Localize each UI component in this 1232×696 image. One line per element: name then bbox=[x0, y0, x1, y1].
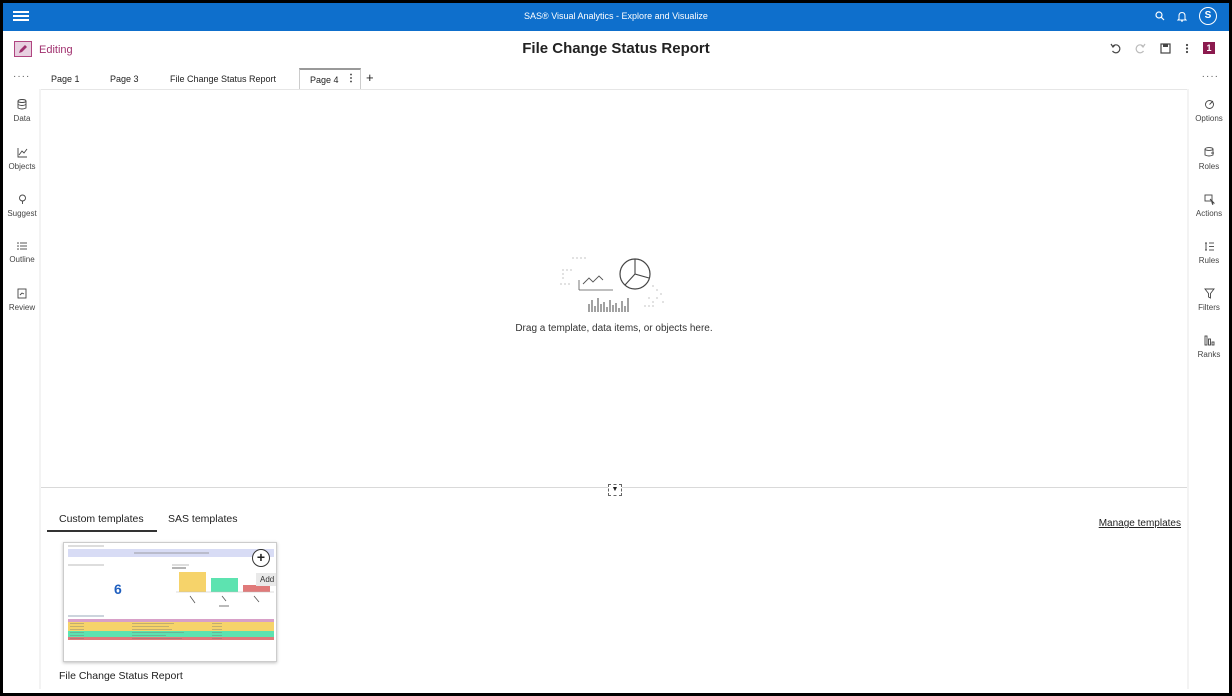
page-count-badge[interactable]: 1 bbox=[1203, 42, 1215, 54]
add-tooltip: Add bbox=[256, 573, 276, 586]
search-icon[interactable] bbox=[1155, 11, 1165, 21]
right-sidebar: Options Roles Actions Rules Filters Rank… bbox=[1189, 89, 1229, 693]
database-icon bbox=[17, 99, 27, 110]
lightbulb-icon bbox=[18, 194, 26, 204]
bell-icon[interactable] bbox=[1177, 11, 1187, 22]
sidebar-item-ranks[interactable]: Ranks bbox=[1189, 335, 1229, 359]
page-tabs: ···· Page 1 Page 3 File Change Status Re… bbox=[3, 67, 1229, 89]
collapse-panel-button[interactable]: ▼ bbox=[608, 484, 622, 496]
sidebar-item-filters[interactable]: Filters bbox=[1189, 288, 1229, 312]
tab-page-4[interactable]: Page 4 ⋮ bbox=[299, 68, 361, 89]
template-kpi-value: 6 bbox=[114, 581, 122, 597]
drop-zone-message: Drag a template, data items, or objects … bbox=[515, 323, 713, 334]
options-icon bbox=[1204, 100, 1214, 109]
chart-line-icon bbox=[17, 148, 27, 158]
sidebar-item-review[interactable]: Review bbox=[3, 288, 41, 312]
sidebar-item-label: Actions bbox=[1195, 209, 1223, 218]
rules-icon bbox=[1204, 242, 1214, 251]
tab-page-1[interactable]: Page 1 bbox=[51, 74, 80, 84]
save-icon[interactable] bbox=[1160, 42, 1171, 54]
sidebar-item-outline[interactable]: Outline bbox=[3, 241, 41, 264]
manage-templates-link[interactable]: Manage templates bbox=[1099, 518, 1181, 529]
right-more-icon[interactable]: ···· bbox=[1202, 71, 1219, 82]
sidebar-item-label: Objects bbox=[8, 162, 36, 171]
actions-icon bbox=[1204, 194, 1215, 205]
review-icon bbox=[17, 288, 27, 299]
template-card[interactable]: 6 + Add bbox=[63, 542, 277, 662]
tab-custom-templates[interactable]: Custom templates bbox=[47, 513, 157, 532]
list-icon bbox=[16, 242, 27, 250]
sidebar-item-data[interactable]: Data bbox=[3, 99, 41, 123]
tab-file-change-status-report[interactable]: File Change Status Report bbox=[170, 74, 276, 84]
right-gutter bbox=[1187, 89, 1189, 689]
tab-menu-icon[interactable]: ⋮ bbox=[346, 73, 356, 84]
undo-icon[interactable] bbox=[1110, 43, 1121, 54]
sidebar-item-roles[interactable]: Roles bbox=[1189, 147, 1229, 171]
sidebar-item-label: Filters bbox=[1198, 303, 1220, 312]
more-options-icon[interactable] bbox=[1185, 43, 1189, 54]
sidebar-item-label: Data bbox=[13, 114, 31, 123]
top-bar: SAS® Visual Analytics - Explore and Visu… bbox=[3, 3, 1229, 31]
report-canvas[interactable]: Drag a template, data items, or objects … bbox=[41, 89, 1187, 487]
sidebar-item-label: Rules bbox=[1198, 256, 1220, 265]
filter-icon bbox=[1203, 288, 1215, 299]
ranks-icon bbox=[1204, 335, 1214, 346]
template-thumbnail bbox=[68, 545, 274, 640]
empty-canvas-illustration-icon bbox=[560, 257, 664, 312]
sidebar-item-suggest[interactable]: Suggest bbox=[3, 194, 41, 218]
report-header: Editing File Change Status Report 1 bbox=[3, 31, 1229, 67]
sidebar-item-label: Outline bbox=[9, 255, 35, 264]
redo-icon[interactable] bbox=[1135, 43, 1146, 54]
sidebar-item-label: Options bbox=[1195, 114, 1223, 123]
sidebar-item-label: Suggest bbox=[7, 209, 37, 218]
tab-page-3[interactable]: Page 3 bbox=[110, 74, 139, 84]
sidebar-item-label: Ranks bbox=[1197, 350, 1221, 359]
report-title: File Change Status Report bbox=[522, 40, 710, 57]
add-template-button[interactable]: + bbox=[252, 549, 270, 567]
left-sidebar: Data Objects Suggest Outline Review bbox=[3, 89, 41, 693]
sidebar-item-objects[interactable]: Objects bbox=[3, 147, 41, 171]
template-name: File Change Status Report bbox=[59, 670, 183, 682]
tab-label: Page 4 bbox=[310, 75, 339, 85]
sidebar-item-rules[interactable]: Rules bbox=[1189, 241, 1229, 265]
sidebar-item-options[interactable]: Options bbox=[1189, 99, 1229, 123]
sidebar-item-actions[interactable]: Actions bbox=[1189, 194, 1229, 218]
add-page-icon[interactable]: + bbox=[366, 70, 374, 85]
app-title: SAS® Visual Analytics - Explore and Visu… bbox=[524, 11, 708, 21]
user-avatar[interactable]: S bbox=[1199, 7, 1217, 25]
roles-icon bbox=[1204, 147, 1214, 157]
app-window: SAS® Visual Analytics - Explore and Visu… bbox=[3, 3, 1229, 693]
sidebar-item-label: Review bbox=[8, 303, 36, 312]
left-more-icon[interactable]: ···· bbox=[13, 71, 30, 82]
sidebar-item-label: Roles bbox=[1198, 162, 1220, 171]
tab-sas-templates[interactable]: SAS templates bbox=[168, 513, 237, 525]
